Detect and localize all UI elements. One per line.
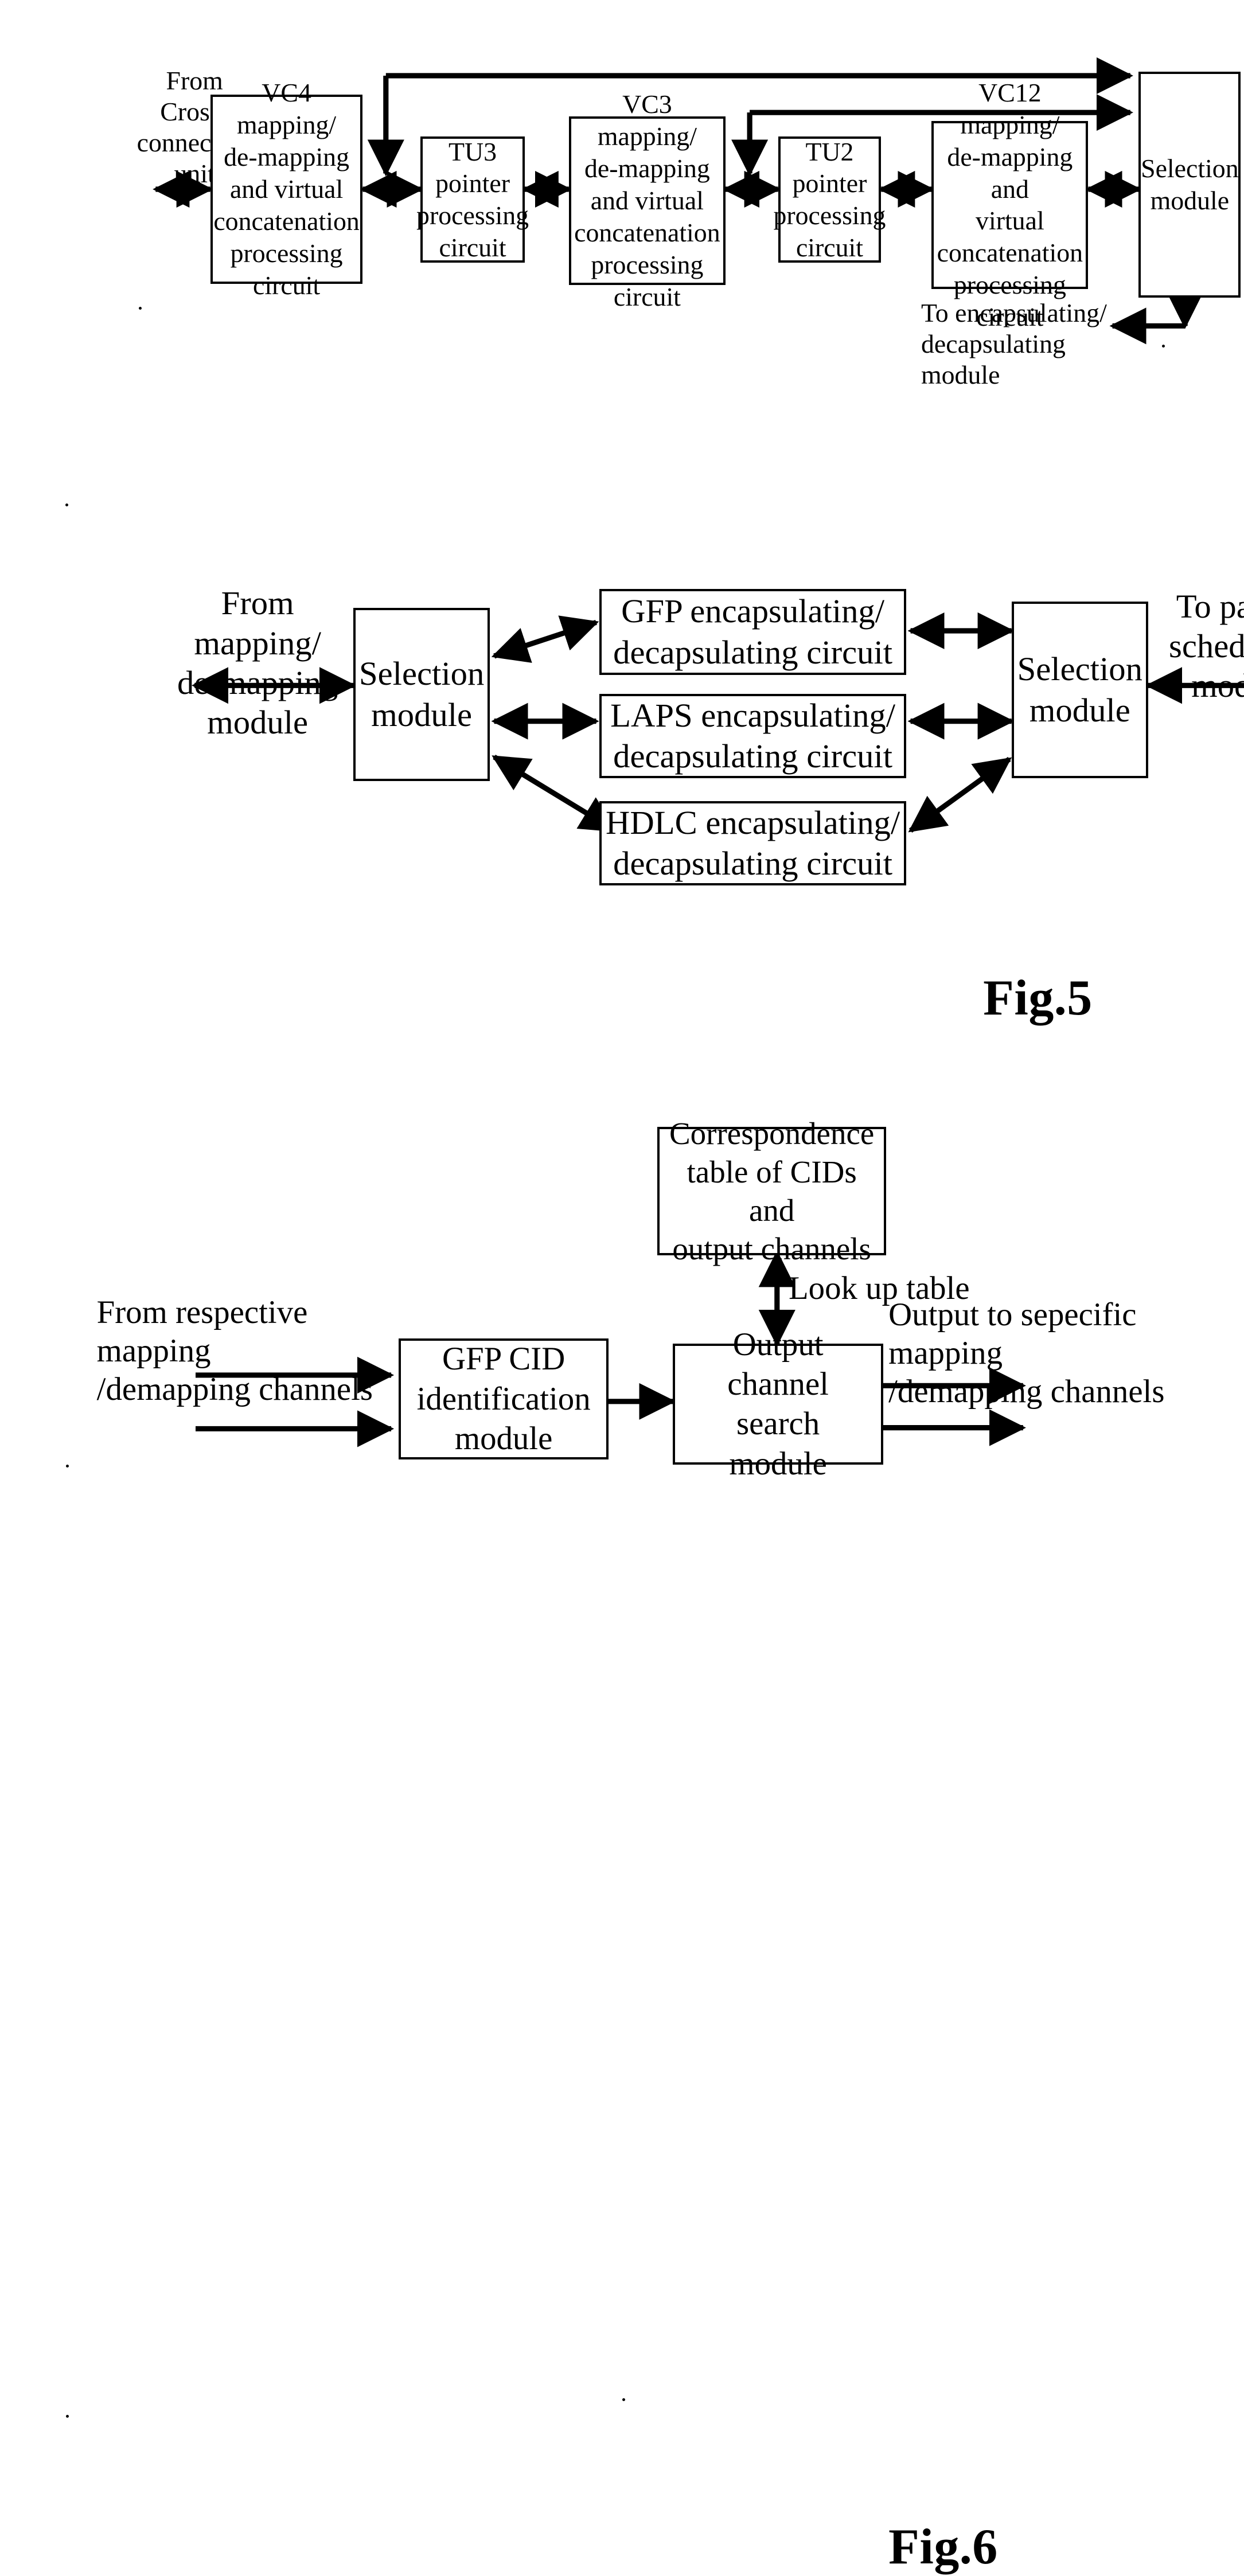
fig5-box-selection-module-right: Selection module xyxy=(1011,601,1148,778)
scan-speck xyxy=(622,2398,626,2401)
fig5-caption: Fig.5 xyxy=(983,970,1093,1027)
fig5-box-laps-circuit: LAPS encapsulating/ decapsulating circui… xyxy=(599,693,907,778)
fig4-box-vc4: VC4 mapping/ de-mapping and virtual conc… xyxy=(210,78,363,300)
fig5-box-gfp-circuit: GFP encapsulating/ decapsulating circuit xyxy=(599,588,907,675)
fig6-box-gfp-cid-identification-label: GFP CID identification module xyxy=(416,1341,591,1457)
fig6-box-output-channel-search: Output channel search module xyxy=(673,1326,883,1482)
fig5-box-hdlc-circuit: HDLC encapsulating/ decapsulating circui… xyxy=(599,801,907,885)
scan-speck xyxy=(65,504,68,507)
fig4-box-vc3-label: VC3 mapping/ de-mapping and virtual conc… xyxy=(574,89,720,311)
fig5-box-selection-module-right-label: Selection module xyxy=(1017,650,1142,729)
fig5-box-gfp-circuit-label: GFP encapsulating/ decapsulating circuit xyxy=(613,592,893,671)
fig4-output-label: To encapsulating/ decapsulating module xyxy=(921,298,1107,389)
fig4-box-vc3: VC3 mapping/ de-mapping and virtual conc… xyxy=(568,89,726,311)
fig4-box-vc12-label: VC12 mapping/ de-mapping and virtual con… xyxy=(937,77,1083,332)
fig4-box-tu2-label: TU2 pointer processing circuit xyxy=(773,136,886,263)
fig6-input-label: From respective mapping /demapping chann… xyxy=(96,1294,373,1408)
fig6-box-correspondence-table: Correspondence table of CIDs and output … xyxy=(657,1116,887,1266)
fig4-box-vc4-label: VC4 mapping/ de-mapping and virtual conc… xyxy=(213,78,360,300)
fig4-box-selection-module: Selection module xyxy=(1138,71,1241,298)
fig4-box-tu3-label: TU3 pointer processing circuit xyxy=(416,136,529,263)
fig4-box-selection-module-label: Selection module xyxy=(1141,153,1239,215)
fig4-box-vc12: VC12 mapping/ de-mapping and virtual con… xyxy=(931,78,1089,331)
fig5-box-hdlc-circuit-label: HDLC encapsulating/ decapsulating circui… xyxy=(606,803,900,883)
fig5-box-selection-module-left-label: Selection module xyxy=(359,655,485,733)
fig4-box-tu3: TU3 pointer processing circuit xyxy=(416,136,529,263)
fig5-input-label: From mapping/ de-mapping module xyxy=(177,584,338,741)
fig5-output-label: To packet scheduling module xyxy=(1169,587,1244,705)
fig6-box-correspondence-table-label: Correspondence table of CIDs and output … xyxy=(669,1115,875,1267)
fig6-box-output-channel-search-label: Output channel search module xyxy=(727,1326,829,1482)
fig4-box-tu2: TU2 pointer processing circuit xyxy=(773,136,886,263)
fig6-box-gfp-cid-identification: GFP CID identification module xyxy=(398,1338,609,1459)
fig5-box-laps-circuit-label: LAPS encapsulating/ decapsulating circui… xyxy=(610,696,896,775)
fig6-output-label: Output to sepecific mapping /demapping c… xyxy=(888,1296,1165,1410)
fig5-box-selection-module-left: Selection module xyxy=(353,607,490,782)
scan-speck xyxy=(66,2415,69,2418)
fig6-caption: Fig.6 xyxy=(888,2519,998,2575)
patent-drawing-page: From Cross- connecting unit VC4 mapping/… xyxy=(0,0,1244,2575)
